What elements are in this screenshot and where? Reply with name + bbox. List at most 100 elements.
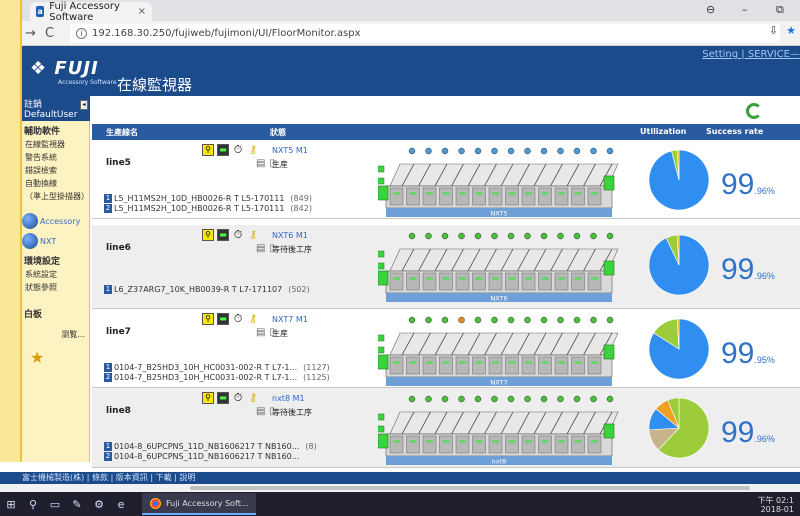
monitor-icon[interactable]: ▬ <box>217 144 229 156</box>
download-icon[interactable]: ⇩ <box>769 24 778 37</box>
line-tool-icons: ⚲ ▬ ⏱ ⚷ <box>202 144 259 156</box>
task-view-icon[interactable]: ▭ <box>44 498 66 511</box>
program-entry[interactable]: 2 0104-8_6UPCPNS_11D_NB1606217 T NB160..… <box>104 452 305 461</box>
station-lamp-icon <box>557 316 564 324</box>
program-name: 0104-7_B25HD3_10H_HC0031-002-R T L7-1... <box>114 363 298 372</box>
sidebar-item-accessory[interactable]: Accessory <box>22 211 89 231</box>
machine-status: 生産 <box>272 329 288 338</box>
search-icon[interactable]: ⚲ <box>22 498 44 511</box>
sidebar-item-nxt[interactable]: NXT <box>22 231 89 251</box>
settings-icon[interactable]: ⚙ <box>88 498 110 511</box>
machine-line-diagram[interactable]: NXT7 <box>373 315 628 387</box>
sidebar-item-auto-changeover[interactable]: 自動換線 <box>22 177 89 190</box>
monitor-icon[interactable]: ▬ <box>217 392 229 404</box>
success-rate: 99.96% <box>721 416 775 450</box>
key-icon[interactable]: ⚷ <box>247 313 259 325</box>
production-line-row[interactable]: line8 ⚲ ▬ ⏱ ⚷ ▤ ▯ nxt8 M1 等待後工序 1 0104-8_… <box>92 388 800 468</box>
account-icon[interactable]: ⊖ <box>706 3 715 16</box>
stopwatch-icon[interactable]: ⏱ <box>232 144 244 156</box>
magnifier-icon[interactable]: ⚲ <box>202 144 214 156</box>
program-entry[interactable]: 2 0104-7_B25HD3_10H_HC0031-002-R T L7-1.… <box>104 373 330 382</box>
monitor-icon[interactable]: ▬ <box>217 229 229 241</box>
section-settings-title: 環境設定 <box>24 257 61 267</box>
url-field[interactable]: i 192.168.30.250/fujiweb/fujimoni/UI/Flo… <box>70 24 780 43</box>
browse-link[interactable]: 瀏覧... <box>22 321 89 340</box>
production-line-row[interactable]: line5 ⚲ ▬ ⏱ ⚷ ▤ ▯ NXT5 M1 生産 1 L5_H11MS2H… <box>92 140 800 219</box>
machine-name-link[interactable]: NXT7 M1 <box>272 315 308 324</box>
machine-name-link[interactable]: NXT5 M1 <box>272 146 308 155</box>
forward-arrow-icon[interactable]: → <box>25 26 36 41</box>
taskbar-app-label: Fuji Accessory Soft... <box>166 498 249 508</box>
program-entry[interactable]: 1 0104-7_B25HD3_10H_HC0031-002-R T L7-1.… <box>104 363 330 372</box>
station-lamp-icon <box>507 395 515 403</box>
program-name: L5_H11MS2H_10D_HB0026-R T L5-170111 <box>114 204 285 213</box>
machine-line-diagram[interactable]: nxt8 <box>373 394 628 466</box>
restore-icon[interactable]: ⧉ <box>776 3 784 17</box>
system-tray-clock[interactable]: 下午 02:1 2018-01 <box>757 496 794 514</box>
machine-name-link[interactable]: nxt8 M1 <box>272 394 305 403</box>
success-rate-main: 99 <box>721 337 755 370</box>
ie-icon[interactable]: e <box>110 498 132 511</box>
program-entry[interactable]: 2 L5_H11MS2H_10D_HB0026-R T L5-170111 (8… <box>104 204 312 213</box>
magnifier-icon[interactable]: ⚲ <box>202 392 214 404</box>
setting-service-links[interactable]: Setting | SERVICE— <box>702 49 800 60</box>
browser-tab[interactable]: a Fuji Accessory Software × <box>30 1 152 23</box>
refresh-icon[interactable] <box>746 103 762 119</box>
magnifier-icon[interactable]: ⚲ <box>202 229 214 241</box>
sidebar-item-floor-monitor[interactable]: 在線監視器 <box>22 138 89 151</box>
stopwatch-icon[interactable]: ⏱ <box>232 392 244 404</box>
sidebar-item-system-settings[interactable]: 系統設定 <box>22 268 89 281</box>
reload-icon[interactable]: C <box>45 26 54 41</box>
minimize-icon[interactable]: – <box>742 3 748 16</box>
program-name: L6_Z37ARG7_10K_HB0039-R T L7-171107 <box>114 285 283 294</box>
production-line-row[interactable]: line7 ⚲ ▬ ⏱ ⚷ ▤ ▯ NXT7 M1 生産 1 0104-7_B25… <box>92 309 800 388</box>
column-line-name: 生產線名 <box>106 128 138 137</box>
program-entry[interactable]: 1 0104-8_6UPCPNS_11D_NB1606217 T NB160..… <box>104 442 317 451</box>
logout-link[interactable]: 註銷 <box>24 97 88 110</box>
horizontal-scrollbar[interactable] <box>0 484 800 492</box>
magnifier-icon[interactable]: ⚲ <box>202 313 214 325</box>
stopwatch-icon[interactable]: ⏱ <box>232 313 244 325</box>
info-icon[interactable]: i <box>76 28 87 39</box>
line-name[interactable]: line7 <box>106 327 131 337</box>
sidebar-item-scanner[interactable]: （準上型掛描器） <box>22 190 89 203</box>
sidebar-item-error-search[interactable]: 錯誤檢索 <box>22 164 89 177</box>
print-icon[interactable]: ▤ <box>256 243 265 254</box>
station-lamp-icon <box>474 232 482 240</box>
windows-start-icon[interactable]: ⊞ <box>0 498 22 511</box>
utilization-pie-chart <box>647 317 711 384</box>
sidebar-item-status-reference[interactable]: 狀態參照 <box>22 281 89 294</box>
key-icon[interactable]: ⚷ <box>247 392 259 404</box>
station-lamp-icon <box>441 316 449 324</box>
print-icon[interactable]: ▤ <box>256 406 265 417</box>
station-lamp-icon <box>573 232 581 240</box>
program-index: 2 <box>104 452 112 461</box>
station-lamp-icon <box>474 147 482 155</box>
production-line-row[interactable]: line6 ⚲ ▬ ⏱ ⚷ ▤ ▯ NXT6 M1 等待後工序 1 L6_Z37A… <box>92 225 800 309</box>
line-name[interactable]: line5 <box>106 158 131 168</box>
monitor-icon[interactable]: ▬ <box>217 313 229 325</box>
sidebar-item-alarm[interactable]: 警告系統 <box>22 151 89 164</box>
favorite-star-icon[interactable]: ★ <box>30 348 89 367</box>
program-entry[interactable]: 1 L5_H11MS2H_10D_HB0026-R T L5-170111 (8… <box>104 194 312 203</box>
paint-icon[interactable]: ✎ <box>66 498 88 511</box>
collapse-sidebar-icon[interactable]: ◂ <box>80 100 88 110</box>
print-icon[interactable]: ▤ <box>256 327 265 338</box>
print-icon[interactable]: ▤ <box>256 158 265 169</box>
machine-line-diagram[interactable]: NXT6 <box>373 231 628 303</box>
program-entry[interactable]: 1 L6_Z37ARG7_10K_HB0039-R T L7-171107 (5… <box>104 285 310 294</box>
line-name[interactable]: line6 <box>106 243 131 253</box>
line-name[interactable]: line8 <box>106 406 131 416</box>
tab-close-icon[interactable]: × <box>138 6 146 17</box>
key-icon[interactable]: ⚷ <box>247 144 259 156</box>
key-icon[interactable]: ⚷ <box>247 229 259 241</box>
station-lamp-icon <box>507 316 515 324</box>
machine-name-link[interactable]: NXT6 M1 <box>272 231 308 240</box>
stopwatch-icon[interactable]: ⏱ <box>232 229 244 241</box>
scrollbar-thumb[interactable] <box>190 486 750 490</box>
machine-line-diagram[interactable]: NXT5 <box>373 146 628 218</box>
taskbar-chrome-app[interactable]: Fuji Accessory Soft... <box>142 493 257 515</box>
bookmark-star-icon[interactable]: ★ <box>786 24 796 37</box>
footer-links[interactable]: 富士機械製造(株) | 條款 | 版本資訊 | 下載 | 說明 <box>0 472 800 484</box>
success-rate-main: 99 <box>721 253 755 286</box>
